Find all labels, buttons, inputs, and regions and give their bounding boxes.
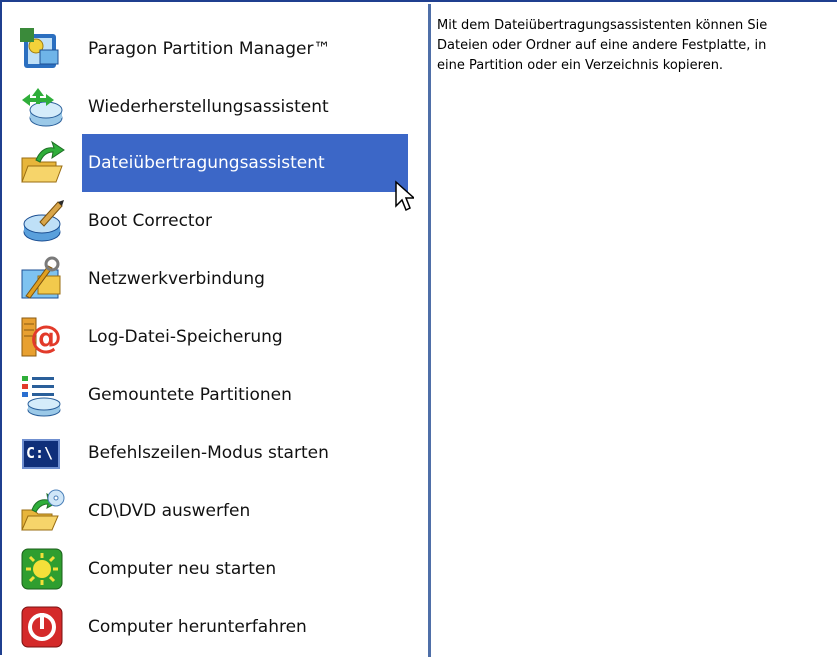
command-line-icon: C:\	[18, 430, 66, 476]
description-panel: Mit dem Dateiübertragungsassistenten kön…	[431, 4, 839, 655]
svg-text:@: @	[30, 318, 62, 356]
network-icon	[18, 256, 66, 302]
description-text: Mit dem Dateiübertragungsassistenten kön…	[437, 18, 768, 73]
menu-item-mounted-partitions[interactable]: Gemountete Partitionen	[12, 366, 428, 424]
restore-wizard-icon	[18, 84, 66, 130]
boot-corrector-icon	[18, 198, 66, 244]
menu-item-label: Netzwerkverbindung	[88, 269, 265, 289]
mouse-pointer-icon	[395, 180, 414, 212]
menu-item-command-line[interactable]: C:\ Befehlszeilen-Modus starten	[12, 424, 428, 482]
eject-disc-icon	[18, 488, 66, 534]
menu-item-eject-disc[interactable]: CD\DVD auswerfen	[12, 482, 428, 540]
menu-item-label: Log-Datei-Speicherung	[88, 327, 283, 347]
menu-item-file-transfer[interactable]: Dateiübertragungsassistent	[12, 134, 428, 192]
mounted-partitions-icon	[18, 372, 66, 418]
menu-item-network[interactable]: Netzwerkverbindung	[12, 250, 428, 308]
menu-item-label: Gemountete Partitionen	[88, 385, 292, 405]
menu-item-label: Paragon Partition Manager™	[88, 39, 331, 59]
log-save-icon: @	[18, 314, 66, 360]
menu-item-log-save[interactable]: @ Log-Datei-Speicherung	[12, 308, 428, 366]
menu-item-label: Boot Corrector	[88, 211, 212, 231]
launcher-window: Paragon Partition Manager™ Wiederherstel…	[0, 0, 839, 657]
menu-item-restore-wizard[interactable]: Wiederherstellungsassistent	[12, 78, 428, 136]
menu-item-label: Befehlszeilen-Modus starten	[88, 443, 329, 463]
menu-item-label: Wiederherstellungsassistent	[88, 97, 329, 117]
menu-panel: Paragon Partition Manager™ Wiederherstel…	[4, 4, 428, 655]
menu-item-label: CD\DVD auswerfen	[88, 501, 251, 521]
file-transfer-icon	[18, 140, 66, 186]
menu-item-label: Computer neu starten	[88, 559, 277, 579]
shutdown-icon	[18, 604, 66, 650]
menu-item-partition-manager[interactable]: Paragon Partition Manager™	[12, 20, 428, 78]
menu-item-label: Computer herunterfahren	[88, 617, 307, 637]
restart-icon	[18, 546, 66, 592]
menu-item-restart[interactable]: Computer neu starten	[12, 540, 428, 598]
partition-manager-icon	[18, 26, 66, 72]
command-line-icon-text: C:\	[26, 444, 54, 462]
menu-item-shutdown[interactable]: Computer herunterfahren	[12, 598, 428, 656]
menu-item-label: Dateiübertragungsassistent	[88, 153, 325, 173]
menu-item-boot-corrector[interactable]: Boot Corrector	[12, 192, 428, 250]
